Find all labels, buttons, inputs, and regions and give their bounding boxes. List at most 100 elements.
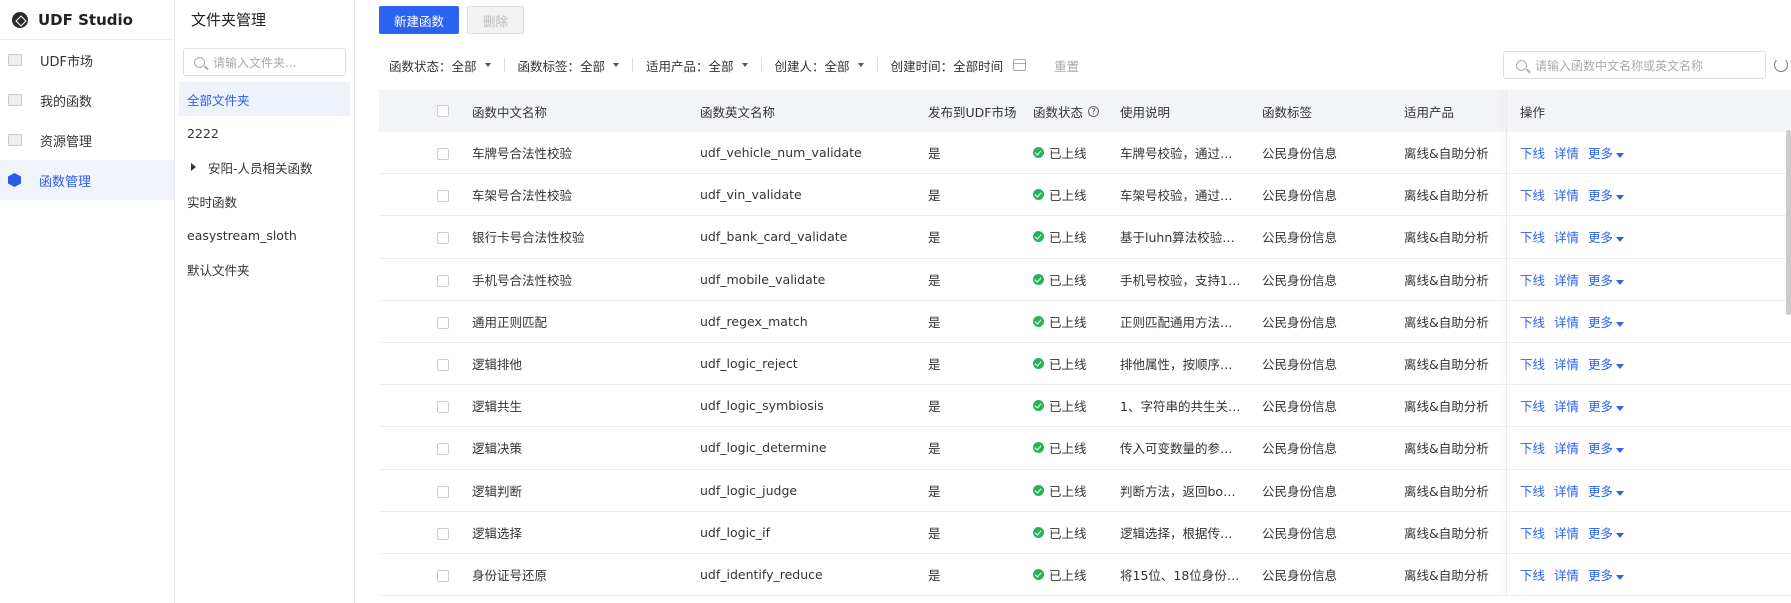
row-checkbox[interactable] [437,527,449,540]
detail-link[interactable]: 详情 [1554,481,1579,500]
more-dropdown[interactable]: 更多 [1588,270,1625,289]
function-search-input[interactable]: 请输入函数中文名称或英文名称 [1503,51,1766,79]
nav-item-my-functions[interactable]: 我的函数 [0,80,174,120]
offline-link[interactable]: 下线 [1520,185,1545,204]
table-row[interactable]: 通用正则匹配 udf_regex_match 是 已上线 正则匹配通用方法，传.… [379,300,1791,343]
folder-item-all[interactable]: 全部文件夹 [179,82,350,116]
table-row[interactable]: 手机号合法性校验 udf_mobile_validate 是 已上线 手机号校验… [379,258,1791,301]
nav-item-resource-management[interactable]: 资源管理 [0,120,174,160]
table-row[interactable]: 逻辑排他 udf_logic_reject 是 已上线 排他属性，按顺序进行..… [379,342,1791,386]
detail-link[interactable]: 详情 [1554,396,1579,415]
more-dropdown[interactable]: 更多 [1588,312,1625,331]
folder-item-label: 安阳-人员相关函数 [208,160,313,176]
offline-link[interactable]: 下线 [1520,565,1545,584]
more-dropdown[interactable]: 更多 [1588,481,1625,500]
row-checkbox[interactable] [437,232,449,245]
cell-description: 1、字符串的共生关系，... [1120,399,1243,415]
filter-created-time[interactable]: 创建时间：全部时间 [891,56,1027,75]
row-checkbox[interactable] [437,190,449,203]
nav-item-udf-market[interactable]: UDF市场 [0,40,174,80]
detail-link[interactable]: 详情 [1554,354,1579,373]
folder-item-anyang[interactable]: 安阳-人员相关函数 [179,150,350,184]
more-label: 更多 [1588,567,1614,583]
row-checkbox[interactable] [437,358,449,371]
cell-actions: 下线 详情 更多 [1520,270,1630,289]
table-row[interactable]: 银行卡号合法性校验 udf_bank_card_validate 是 已上线 基… [379,216,1791,259]
help-icon[interactable]: ? [1088,105,1100,117]
more-dropdown[interactable]: 更多 [1588,523,1625,542]
status-label: 已上线 [1049,272,1087,288]
table-row[interactable]: 逻辑选择 udf_logic_if 是 已上线 逻辑选择，根据传入的... 公民… [379,511,1791,554]
detail-link[interactable]: 详情 [1554,270,1579,289]
more-dropdown[interactable]: 更多 [1588,227,1625,246]
check-circle-icon [1033,231,1044,243]
table-row[interactable]: 逻辑共生 udf_logic_symbiosis 是 已上线 1、字符串的共生关… [379,385,1791,428]
filter-status[interactable]: 函数状态：全部 [389,56,491,75]
check-circle-icon [1033,400,1044,412]
table-row[interactable]: 车架号合法性校验 udf_vin_validate 是 已上线 车架号校验，通过… [379,174,1791,217]
filter-product[interactable]: 适用产品：全部 [646,56,748,75]
detail-link[interactable]: 详情 [1554,523,1579,542]
more-dropdown[interactable]: 更多 [1588,396,1625,415]
cell-product: 离线&自助分析 [1404,146,1489,162]
table-row[interactable]: 逻辑判断 udf_logic_judge 是 已上线 判断方法，返回boolea… [379,469,1791,512]
offline-link[interactable]: 下线 [1520,396,1545,415]
offline-link[interactable]: 下线 [1520,270,1545,289]
filter-creator[interactable]: 创建人：全部 [775,56,864,75]
table-row[interactable]: 车牌号合法性校验 udf_vehicle_num_validate 是 已上线 … [379,132,1791,175]
row-checkbox[interactable] [437,148,449,160]
cell-product: 离线&自助分析 [1404,483,1489,499]
cell-product: 离线&自助分析 [1404,314,1489,330]
more-dropdown[interactable]: 更多 [1588,354,1625,373]
offline-link[interactable]: 下线 [1520,227,1545,246]
divider [760,58,762,72]
table-row[interactable]: 逻辑决策 udf_logic_determine 是 已上线 传入可变数量的参数… [379,427,1791,470]
offline-link[interactable]: 下线 [1520,354,1545,373]
folder-item-easystream[interactable]: easystream_sloth [179,218,350,252]
folder-item-realtime[interactable]: 实时函数 [179,184,350,218]
detail-link[interactable]: 详情 [1554,143,1579,162]
offline-link[interactable]: 下线 [1520,523,1545,542]
row-checkbox[interactable] [437,274,449,287]
more-dropdown[interactable]: 更多 [1588,565,1625,584]
cell-product: 离线&自助分析 [1404,230,1489,246]
detail-link[interactable]: 详情 [1554,438,1579,457]
cell-description: 基于luhn算法校验银行... [1120,230,1243,246]
new-function-button[interactable]: 新建函数 [379,6,460,34]
offline-link[interactable]: 下线 [1520,143,1545,162]
row-checkbox[interactable] [437,443,449,456]
detail-link[interactable]: 详情 [1554,185,1579,204]
offline-link[interactable]: 下线 [1520,312,1545,331]
row-checkbox[interactable] [437,401,449,414]
reset-button[interactable]: 重置 [1054,56,1079,75]
caret-right-icon[interactable] [191,163,196,171]
refresh-icon[interactable] [1774,58,1788,72]
folder-search-input[interactable]: 请输入文件夹... [183,48,346,76]
filter-tag[interactable]: 函数标签：全部 [518,56,620,75]
folder-item-label: easystream_sloth [187,227,297,243]
cell-tag: 公民身份信息 [1262,188,1338,204]
more-dropdown[interactable]: 更多 [1588,438,1625,457]
detail-link[interactable]: 详情 [1554,565,1579,584]
cell-tag: 公民身份信息 [1262,483,1338,499]
row-checkbox[interactable] [437,316,449,329]
fixed-column-divider [1506,90,1507,132]
detail-link[interactable]: 详情 [1554,227,1579,246]
table-row[interactable]: 身份证号还原 udf_identify_reduce 是 已上线 将15位、18… [379,553,1791,597]
detail-link[interactable]: 详情 [1554,312,1579,331]
offline-link[interactable]: 下线 [1520,438,1545,457]
row-checkbox[interactable] [437,485,449,498]
row-checkbox[interactable] [437,569,449,582]
table-scrollbar[interactable] [1786,130,1791,315]
offline-link[interactable]: 下线 [1520,481,1545,500]
nav-item-function-management[interactable]: 函数管理 [0,160,174,200]
cell-status: 已上线 [1033,565,1123,584]
more-dropdown[interactable]: 更多 [1588,185,1625,204]
select-all-checkbox[interactable] [437,105,449,117]
delete-button[interactable]: 删除 [467,6,525,34]
folder-item-label: 2222 [187,125,219,141]
more-dropdown[interactable]: 更多 [1588,143,1625,162]
filter-label: 创建时间：全部时间 [890,58,1004,74]
folder-item-2222[interactable]: 2222 [179,116,350,150]
folder-item-default[interactable]: 默认文件夹 [179,252,350,286]
